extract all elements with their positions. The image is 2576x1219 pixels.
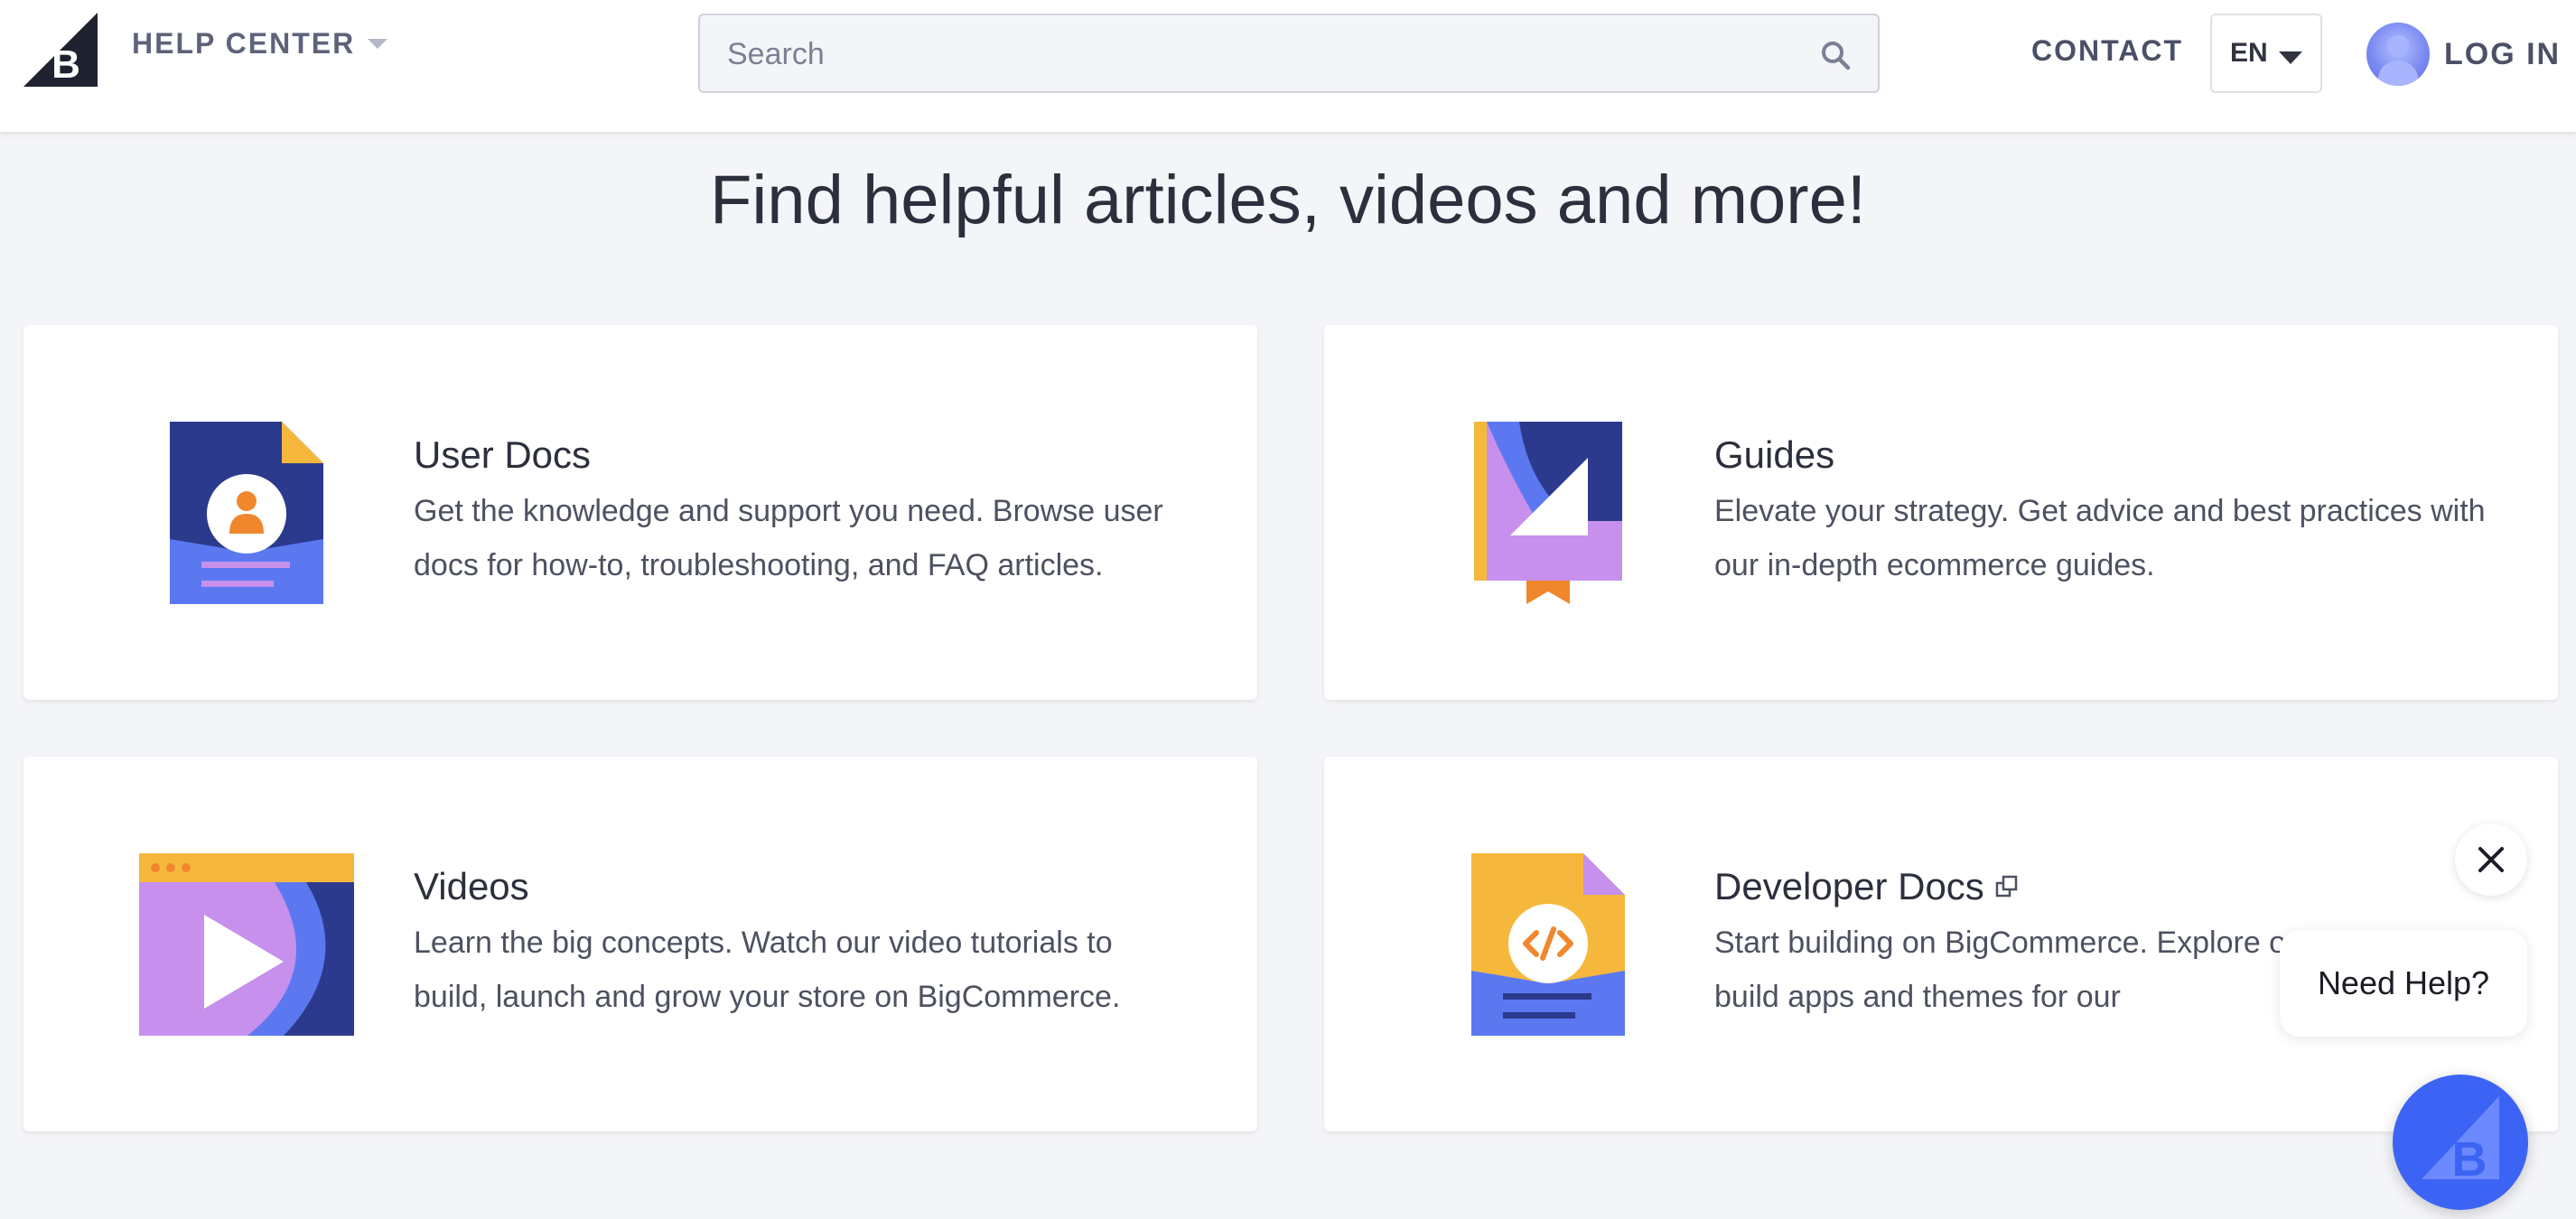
card-description: Get the knowledge and support you need. … <box>414 494 1163 582</box>
language-select[interactable]: EN <box>2210 14 2322 93</box>
svg-text:B: B <box>2452 1132 2487 1186</box>
card-title: Videos <box>414 865 529 907</box>
need-help-bubble[interactable]: Need Help? <box>2280 930 2527 1037</box>
caret-down-icon <box>2279 51 2302 64</box>
bigcommerce-logo-icon[interactable]: B <box>23 13 98 87</box>
card-user-docs[interactable]: User Docs Get the knowledge and support … <box>23 325 1257 700</box>
card-guides[interactable]: Guides Elevate your strategy. Get advice… <box>1324 325 2558 700</box>
code-doc-icon <box>1471 853 1625 1036</box>
chevron-down-icon <box>368 39 388 49</box>
chat-close-button[interactable] <box>2455 824 2527 896</box>
external-link-icon <box>1995 875 2018 898</box>
video-player-icon <box>139 853 354 1036</box>
help-center-menu[interactable]: HELP CENTER <box>132 27 388 60</box>
card-title: User Docs <box>414 433 592 476</box>
user-avatar-icon <box>2366 23 2430 86</box>
bigcommerce-chat-icon: B <box>2422 1096 2499 1186</box>
card-title: Developer Docs <box>1714 865 2019 908</box>
card-description: Elevate your strategy. Get advice and be… <box>1714 494 2486 582</box>
svg-text:B: B <box>51 42 80 87</box>
user-docs-icon <box>170 422 323 604</box>
guide-book-icon <box>1474 422 1622 604</box>
contact-link[interactable]: CONTACT <box>2031 34 2183 68</box>
help-center-label: HELP CENTER <box>132 27 356 60</box>
search-box <box>698 14 1880 93</box>
page-headline: Find helpful articles, videos and more! <box>710 162 1866 238</box>
card-description: Learn the big concepts. Watch our video … <box>414 926 1121 1014</box>
card-videos[interactable]: Videos Learn the big concepts. Watch our… <box>23 757 1257 1131</box>
top-header: B HELP CENTER CONTACT EN LOG IN <box>0 0 2576 132</box>
login-label: LOG IN <box>2444 36 2562 71</box>
chat-launcher-button[interactable]: B <box>2393 1075 2528 1210</box>
close-icon <box>2478 847 2504 872</box>
language-code: EN <box>2230 38 2268 68</box>
search-icon[interactable] <box>1820 40 1851 70</box>
login-button[interactable]: LOG IN <box>2366 23 2561 86</box>
card-title: Guides <box>1714 433 1835 476</box>
search-input[interactable] <box>725 15 1795 93</box>
